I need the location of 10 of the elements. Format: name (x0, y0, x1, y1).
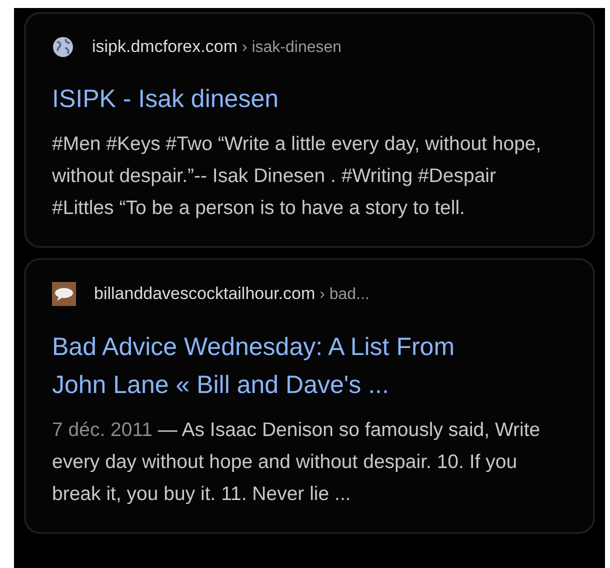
result-domain: isipk.dmcforex.com (92, 37, 238, 56)
result-path: › isak-dinesen (242, 39, 342, 56)
result-snippet: 7 déc. 2011 — As Isaac Denison so famously said, Write every day without hope and without despair. 10. If you break it, you buy it. 11. Never lie ... (52, 418, 542, 507)
result-domain: billanddavescocktailhour.com (94, 284, 316, 303)
result-path: › bad... (320, 286, 370, 303)
globe-icon (52, 36, 74, 58)
result-title-link[interactable]: ISIPK - Isak dinesen (52, 80, 567, 118)
result-snippet: #Men #Keys #Two “Write a little every day, without hope, without despair.”-- Isak Dinesen . #Writing #Despair #Littles “To be a person is to have a story to tell. (52, 132, 542, 221)
result-title-link[interactable]: Bad Advice Wednesday: A List From John Lane « Bill and Dave's ... (52, 328, 567, 404)
speech-bubble-icon (52, 282, 76, 306)
